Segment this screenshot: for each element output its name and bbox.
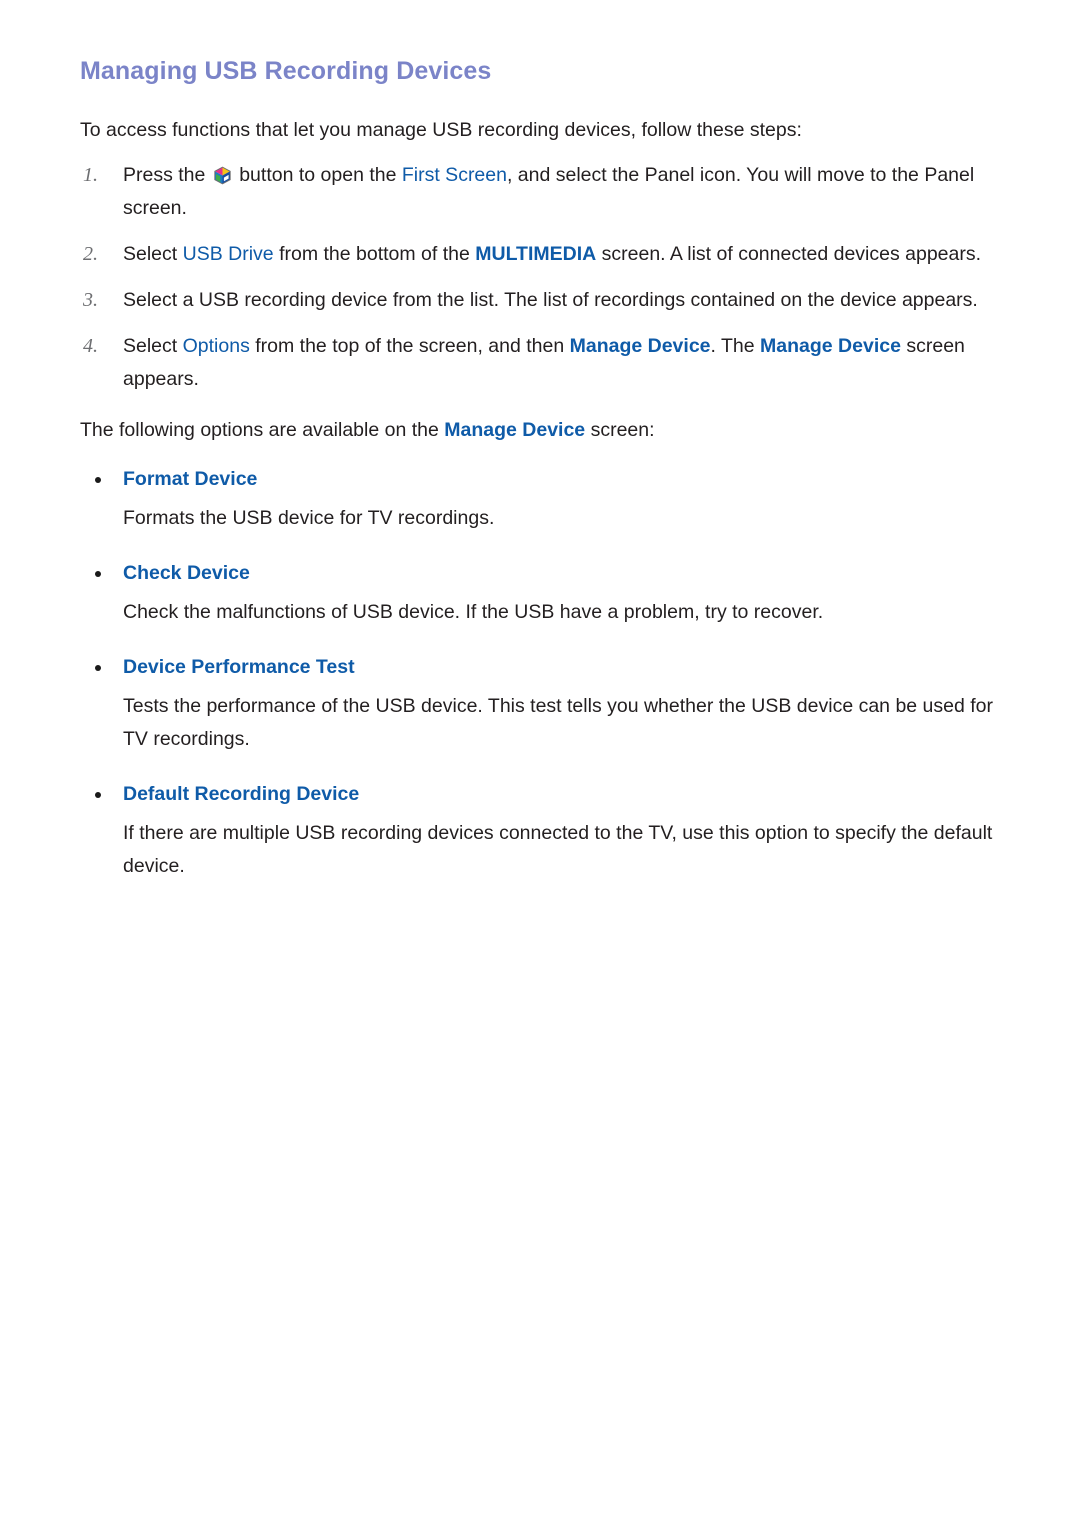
option-description: Tests the performance of the USB device.… (123, 695, 994, 750)
step-text-a: Select (123, 335, 183, 357)
option-description: Check the malfunctions of USB device. If… (123, 601, 824, 623)
lead-text-b: screen: (585, 419, 655, 441)
step-text-a: Select a USB recording device from the l… (123, 289, 978, 311)
option-format-device[interactable]: Format Device (80, 463, 1010, 496)
option-block: Format Device Formats the USB device for… (80, 463, 1010, 535)
first-screen-link[interactable]: First Screen (402, 164, 507, 186)
option-block: Device Performance Test Tests the perfor… (80, 651, 1010, 756)
document-page: Managing USB Recording Devices To access… (0, 0, 1080, 1527)
step-text-before-icon: Press the (123, 164, 206, 186)
manage-device-link[interactable]: Manage Device (760, 335, 901, 357)
manage-device-link[interactable]: Manage Device (570, 335, 711, 357)
usb-drive-link[interactable]: USB Drive (183, 243, 274, 265)
steps-list: 1. Press the button to open the First Sc… (80, 159, 1010, 396)
document-content: Managing USB Recording Devices To access… (80, 56, 1010, 905)
intro-paragraph: To access functions that let you manage … (80, 119, 802, 141)
option-description: If there are multiple USB recording devi… (123, 822, 993, 877)
page-title: Managing USB Recording Devices (80, 57, 492, 85)
options-link[interactable]: Options (183, 335, 250, 357)
step-item: 3. Select a USB recording device from the… (80, 284, 1010, 317)
step-item: 1. Press the button to open the First Sc… (80, 159, 1010, 225)
option-check-device[interactable]: Check Device (80, 557, 1010, 590)
smart-hub-cube-icon (213, 163, 232, 185)
multimedia-link[interactable]: MULTIMEDIA (475, 243, 596, 265)
step-number: 3. (83, 289, 98, 311)
bullet-icon (95, 665, 101, 671)
lead-paragraph: The following options are available on t… (80, 414, 1010, 447)
bullet-icon (95, 477, 101, 483)
bullet-icon (95, 571, 101, 577)
step-text-c: screen. A list of connected devices appe… (596, 243, 982, 265)
step-text-c: . The (710, 335, 761, 357)
step-text-b: from the top of the screen, and then (249, 335, 570, 357)
option-description: Formats the USB device for TV recordings… (123, 507, 495, 529)
step-number: 4. (83, 335, 98, 357)
step-text-b: from the bottom of the (273, 243, 476, 265)
step-number: 2. (83, 243, 98, 265)
option-block: Default Recording Device If there are mu… (80, 778, 1010, 883)
step-number: 1. (83, 164, 98, 186)
option-default-recording-device[interactable]: Default Recording Device (80, 778, 1010, 811)
option-block: Check Device Check the malfunctions of U… (80, 557, 1010, 629)
option-label: Format Device (123, 468, 258, 490)
option-label: Check Device (123, 562, 250, 584)
step-item: 4. Select Options from the top of the scr… (80, 330, 1010, 396)
lead-text-a: The following options are available on t… (80, 419, 445, 441)
bullet-icon (95, 792, 101, 798)
step-text-a: button to open the (233, 164, 402, 186)
manage-device-link[interactable]: Manage Device (444, 419, 585, 441)
step-item: 2. Select USB Drive from the bottom of th… (80, 238, 1010, 271)
option-label: Default Recording Device (123, 783, 360, 805)
option-label: Device Performance Test (123, 656, 355, 678)
option-device-performance-test[interactable]: Device Performance Test (80, 651, 1010, 684)
step-text-a: Select (123, 243, 183, 265)
